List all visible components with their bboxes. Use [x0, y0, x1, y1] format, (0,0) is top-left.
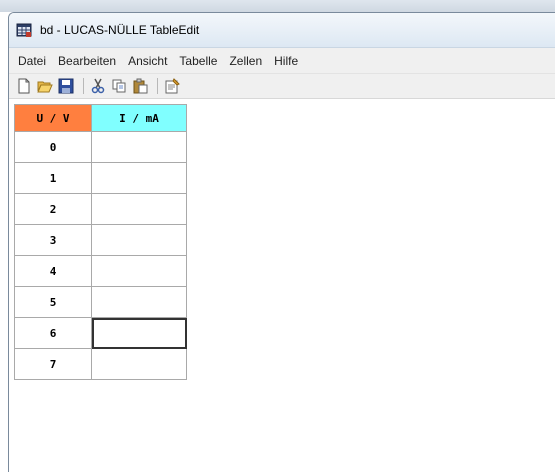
header-row: U / V I / mA: [14, 104, 187, 132]
table-cell-u[interactable]: 0: [14, 131, 92, 163]
table-edit-app-icon: [16, 22, 32, 38]
table-cell-i[interactable]: [91, 255, 187, 287]
column-header-u[interactable]: U / V: [14, 104, 92, 132]
table-row: 5: [14, 286, 187, 318]
table-row: 7: [14, 348, 187, 380]
copy-icon[interactable]: [110, 77, 128, 95]
properties-icon[interactable]: [163, 77, 181, 95]
table-row: 1: [14, 162, 187, 194]
save-icon[interactable]: [57, 77, 75, 95]
table-cell-i[interactable]: [91, 193, 187, 225]
desktop-background: [0, 0, 555, 12]
table-cell-u[interactable]: 4: [14, 255, 92, 287]
table-row: 2: [14, 193, 187, 225]
table-cell-u[interactable]: 2: [14, 193, 92, 225]
menu-zellen[interactable]: Zellen: [223, 50, 268, 72]
menu-bearbeiten[interactable]: Bearbeiten: [52, 50, 122, 72]
menu-hilfe[interactable]: Hilfe: [268, 50, 304, 72]
column-header-i[interactable]: I / mA: [91, 104, 187, 132]
toolbar-separator: [157, 78, 158, 94]
table-cell-i[interactable]: [91, 286, 187, 318]
open-folder-icon[interactable]: [36, 77, 54, 95]
toolbar-separator: [83, 78, 84, 94]
paste-icon[interactable]: [131, 77, 149, 95]
table-cell-u[interactable]: 7: [14, 348, 92, 380]
table-cell-i[interactable]: [91, 162, 187, 194]
menu-datei[interactable]: Datei: [12, 50, 52, 72]
table-row: 4: [14, 255, 187, 287]
table-cell-u[interactable]: 3: [14, 224, 92, 256]
table-cell-i-selected[interactable]: [91, 317, 187, 349]
table-cell-i[interactable]: [91, 348, 187, 380]
menu-ansicht[interactable]: Ansicht: [122, 50, 173, 72]
cut-icon[interactable]: [89, 77, 107, 95]
table-cell-u[interactable]: 6: [14, 317, 92, 349]
table-cell-i[interactable]: [91, 224, 187, 256]
new-document-icon[interactable]: [15, 77, 33, 95]
table-row: 0: [14, 131, 187, 163]
table-cell-u[interactable]: 5: [14, 286, 92, 318]
table-row: 3: [14, 224, 187, 256]
menu-bar: Datei Bearbeiten Ansicht Tabelle Zellen …: [9, 48, 555, 74]
title-bar: bd - LUCAS-NÜLLE TableEdit: [9, 13, 555, 48]
table-cell-i[interactable]: [91, 131, 187, 163]
table-row: 6: [14, 317, 187, 349]
toolbar: [9, 74, 555, 99]
window-title: bd - LUCAS-NÜLLE TableEdit: [40, 23, 200, 37]
table-cell-u[interactable]: 1: [14, 162, 92, 194]
data-table: U / V I / mA 0 1 2 3 4 5 6 7: [14, 104, 187, 380]
table-sheet: U / V I / mA 0 1 2 3 4 5 6 7: [14, 104, 187, 380]
menu-tabelle[interactable]: Tabelle: [173, 50, 223, 72]
